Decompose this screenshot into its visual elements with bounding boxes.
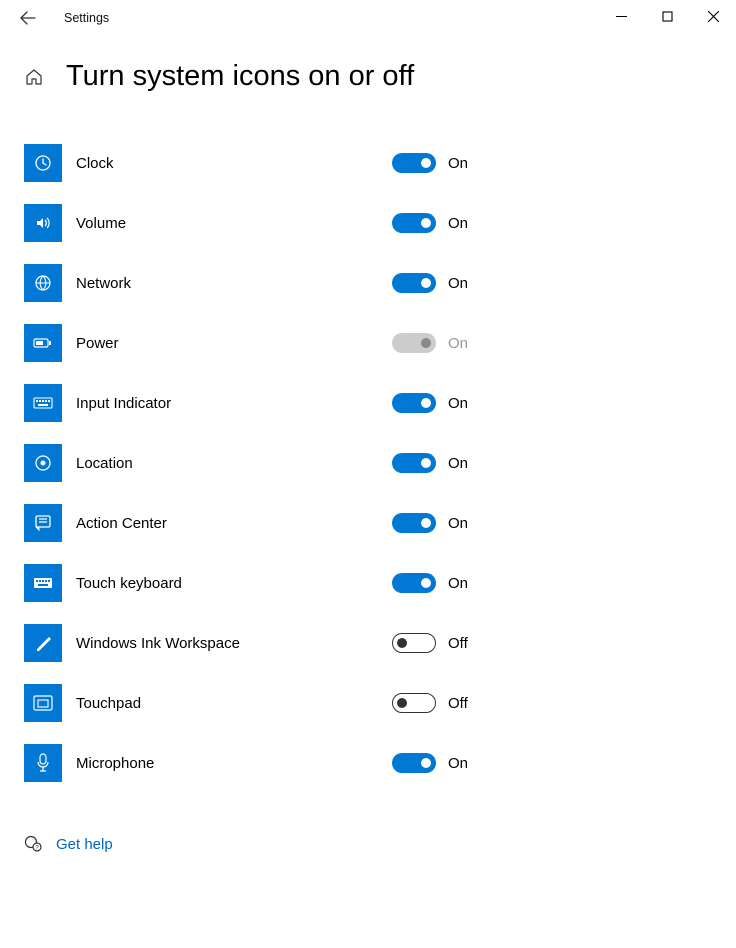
setting-label-input-indicator: Input Indicator [76,395,336,412]
toggle-cell-power: On [392,333,468,353]
toggle-knob [421,398,431,408]
toggle-knob [397,698,407,708]
toggle-state-label-touchpad: Off [448,695,468,712]
setting-row-volume: Volume On [24,193,736,253]
keyboard-icon [24,384,62,422]
touch-keyboard-icon [24,564,62,602]
toggle-network[interactable] [392,273,436,293]
setting-row-input-indicator: Input Indicator On [24,373,736,433]
close-button[interactable] [690,0,736,32]
toggle-power [392,333,436,353]
help-row: ? Get help [0,835,736,853]
toggle-location[interactable] [392,453,436,473]
clock-icon [24,144,62,182]
setting-row-clock: Clock On [24,133,736,193]
toggle-cell-volume: On [392,213,468,233]
setting-label-location: Location [76,455,336,472]
setting-row-power: Power On [24,313,736,373]
toggle-knob [421,518,431,528]
toggle-knob [421,458,431,468]
toggle-cell-action-center: On [392,513,468,533]
toggle-knob [421,278,431,288]
toggle-knob [397,638,407,648]
titlebar: Settings [0,0,736,36]
setting-label-touchpad: Touchpad [76,695,336,712]
toggle-cell-windows-ink: Off [392,633,468,653]
setting-row-action-center: Action Center On [24,493,736,553]
page-title: Turn system icons on or off [66,60,414,93]
setting-label-action-center: Action Center [76,515,336,532]
toggle-state-label-touch-keyboard: On [448,575,468,592]
window-title: Settings [64,11,109,25]
toggle-cell-clock: On [392,153,468,173]
page-header: Turn system icons on or off [0,60,736,93]
toggle-state-label-clock: On [448,155,468,172]
touchpad-icon [24,684,62,722]
toggle-state-label-microphone: On [448,755,468,772]
setting-label-windows-ink: Windows Ink Workspace [76,635,336,652]
setting-row-network: Network On [24,253,736,313]
settings-list: ClockOnVolumeOnNetworkOnPowerOnInput Ind… [0,133,736,793]
get-help-link[interactable]: Get help [56,836,113,853]
toggle-knob [421,758,431,768]
setting-row-microphone: Microphone On [24,733,736,793]
toggle-knob [421,158,431,168]
setting-label-clock: Clock [76,155,336,172]
toggle-cell-touchpad: Off [392,693,468,713]
back-arrow-icon [20,10,36,26]
volume-icon [24,204,62,242]
toggle-state-label-network: On [448,275,468,292]
setting-label-power: Power [76,335,336,352]
back-button[interactable] [10,0,46,36]
ink-icon [24,624,62,662]
help-icon: ? [24,835,42,853]
power-icon [24,324,62,362]
toggle-state-label-action-center: On [448,515,468,532]
setting-label-touch-keyboard: Touch keyboard [76,575,336,592]
minimize-button[interactable] [598,0,644,32]
minimize-icon [616,11,627,22]
toggle-state-label-location: On [448,455,468,472]
toggle-action-center[interactable] [392,513,436,533]
microphone-icon [24,744,62,782]
toggle-knob [421,338,431,348]
home-icon [25,68,43,86]
network-icon [24,264,62,302]
toggle-cell-touch-keyboard: On [392,573,468,593]
window-controls [598,0,736,32]
setting-row-touchpad: Touchpad Off [24,673,736,733]
toggle-touch-keyboard[interactable] [392,573,436,593]
toggle-cell-network: On [392,273,468,293]
toggle-microphone[interactable] [392,753,436,773]
setting-label-volume: Volume [76,215,336,232]
setting-label-network: Network [76,275,336,292]
toggle-cell-microphone: On [392,753,468,773]
setting-label-microphone: Microphone [76,755,336,772]
toggle-clock[interactable] [392,153,436,173]
toggle-cell-input-indicator: On [392,393,468,413]
maximize-icon [662,11,673,22]
toggle-state-label-volume: On [448,215,468,232]
action-center-icon [24,504,62,542]
toggle-state-label-windows-ink: Off [448,635,468,652]
toggle-cell-location: On [392,453,468,473]
maximize-button[interactable] [644,0,690,32]
toggle-state-label-input-indicator: On [448,395,468,412]
location-icon [24,444,62,482]
setting-row-touch-keyboard: Touch keyboard On [24,553,736,613]
toggle-knob [421,218,431,228]
toggle-input-indicator[interactable] [392,393,436,413]
setting-row-location: Location On [24,433,736,493]
close-icon [708,11,719,22]
toggle-touchpad[interactable] [392,693,436,713]
home-button[interactable] [24,67,44,87]
toggle-knob [421,578,431,588]
toggle-state-label-power: On [448,335,468,352]
setting-row-windows-ink: Windows Ink Workspace Off [24,613,736,673]
toggle-volume[interactable] [392,213,436,233]
toggle-windows-ink[interactable] [392,633,436,653]
